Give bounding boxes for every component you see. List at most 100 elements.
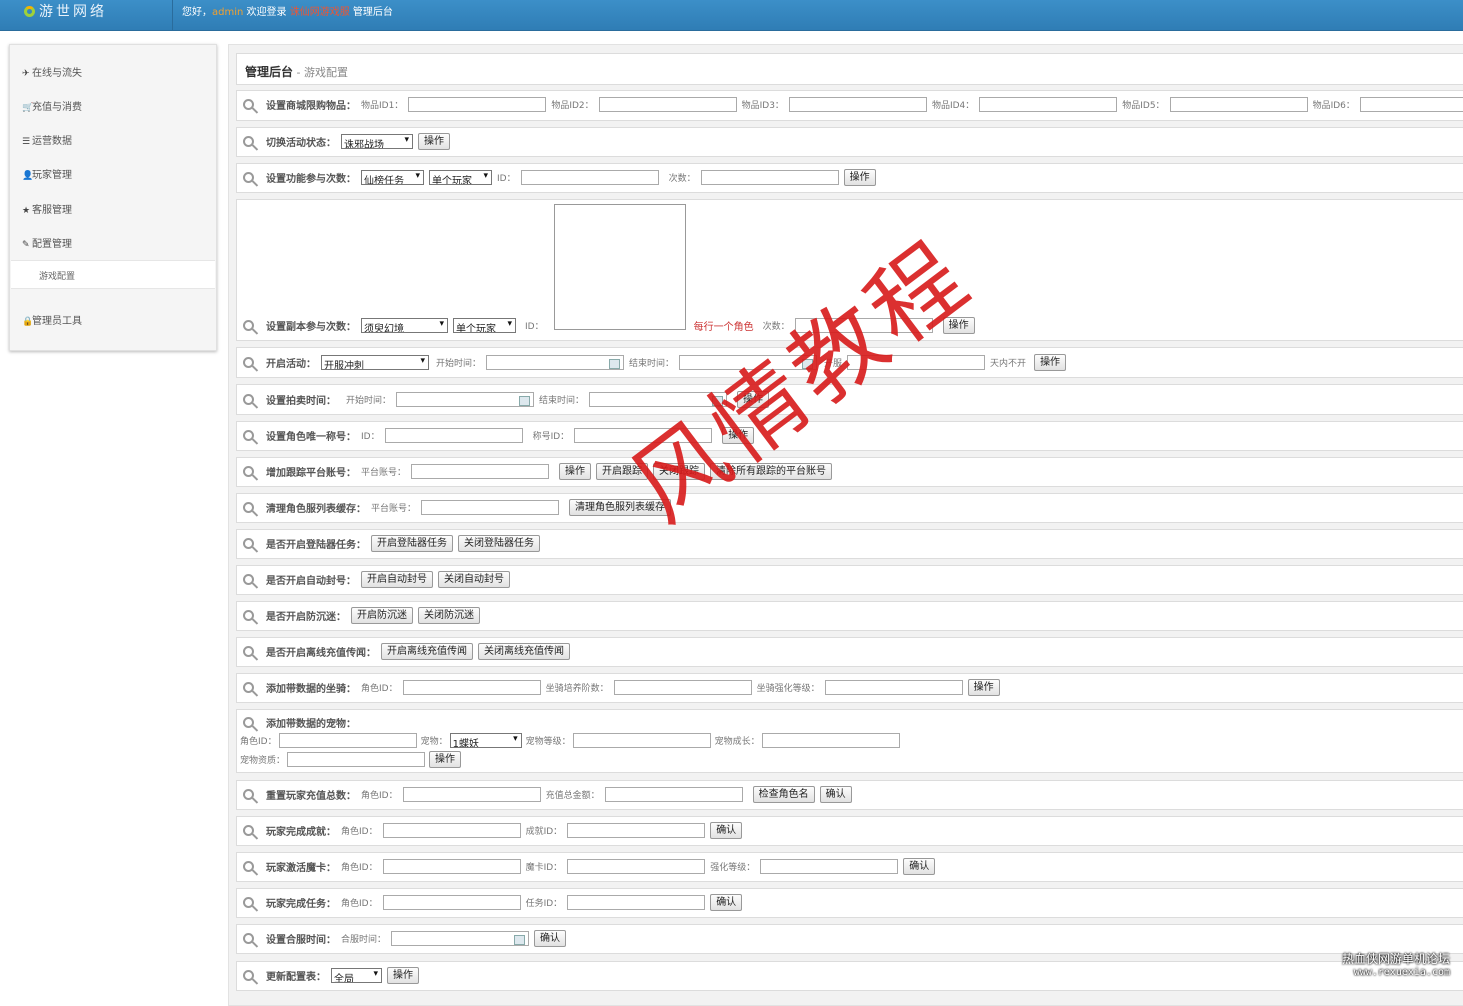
recharge-total-input[interactable] [604, 787, 743, 802]
activity-select[interactable]: 诛邪战场 [341, 134, 413, 149]
function-select[interactable]: 仙榜任务 [361, 170, 424, 185]
recharge-role-id-input[interactable] [402, 787, 541, 802]
sidebar-item-players[interactable]: 👤玩家管理 [22, 166, 72, 181]
open-activity-select[interactable]: 开服冲刺 [321, 355, 429, 370]
row-finish-task: 玩家完成任务： 角色ID： 任务ID： 确认 [236, 888, 1463, 918]
merge-confirm-button[interactable]: 确认 [534, 930, 567, 947]
sidebar-item-operations[interactable]: ☰ 运营数据 [22, 132, 72, 147]
role-id-input[interactable] [384, 428, 523, 443]
logo-ring-icon [24, 6, 35, 17]
item-id1-input[interactable] [408, 97, 547, 112]
card-role-id-input[interactable] [382, 859, 521, 874]
forum-credit: 热血侠网游单机论坛 www.rexuexia.com [1342, 952, 1451, 978]
mount-stage-input[interactable] [613, 680, 752, 695]
sidebar-subitem-game-config[interactable]: 游戏配置 [11, 260, 215, 289]
sidebar-item-online[interactable]: ✈ 在线与流失 [22, 64, 82, 79]
check-role-name-button[interactable]: 检查角色名 [752, 786, 815, 803]
search-icon [243, 897, 254, 908]
site-name: 诛仙网游戏服 [289, 7, 350, 18]
enable-anti-addiction-button[interactable]: 开启防沉迷 [351, 607, 413, 624]
recharge-confirm-button[interactable]: 确认 [819, 786, 852, 803]
disable-offline-recharge-button[interactable]: 关闭离线充值传闻 [478, 643, 570, 660]
dungeon-select[interactable]: 须臾幻境 [361, 318, 448, 333]
row-merge-time: 设置合服时间： 合服时间： 确认 [236, 924, 1463, 954]
top-navbar: 游世网络 您好，admin 欢迎登录 诛仙网游戏服 管理后台 [0, 0, 1463, 31]
achievement-id-input[interactable] [567, 823, 706, 838]
search-icon [243, 538, 254, 549]
cart-icon: 🛒 [22, 103, 34, 113]
enable-auto-ban-button[interactable]: 开启自动封号 [361, 571, 433, 588]
auction-start-input[interactable] [396, 392, 535, 407]
card-confirm-button[interactable]: 确认 [903, 858, 936, 875]
disable-login-task-button[interactable]: 关闭登陆器任务 [458, 535, 540, 552]
config-scope-select[interactable]: 全局 [331, 968, 382, 983]
item-id6-input[interactable] [1359, 97, 1463, 112]
user-icon: 👤 [22, 171, 34, 181]
function-id-input[interactable] [520, 170, 659, 185]
username-link[interactable]: admin [212, 7, 243, 18]
cache-account-input[interactable] [421, 500, 560, 515]
function-count-input[interactable] [700, 170, 839, 185]
card-id-input[interactable] [567, 859, 706, 874]
merge-time-input[interactable] [391, 931, 530, 946]
open-activity-operate-button[interactable]: 操作 [1034, 354, 1067, 371]
breadcrumb-root[interactable]: 管理后台 [245, 65, 293, 79]
lock-icon: 🔒 [22, 317, 34, 327]
function-operate-button[interactable]: 操作 [843, 169, 876, 186]
sidebar-item-config[interactable]: ✎ 配置管理 [22, 235, 72, 250]
plane-icon: ✈ [22, 69, 30, 79]
search-icon [243, 172, 254, 183]
task-id-input[interactable] [567, 895, 706, 910]
platform-account-input[interactable] [411, 464, 550, 479]
disable-anti-addiction-button[interactable]: 关闭防沉迷 [418, 607, 480, 624]
item-id3-input[interactable] [788, 97, 927, 112]
item-id4-input[interactable] [979, 97, 1118, 112]
sidebar-item-recharge[interactable]: 🛒充值与消费 [22, 98, 82, 113]
mount-operate-button[interactable]: 操作 [967, 679, 1000, 696]
achievement-role-id-input[interactable] [382, 823, 521, 838]
search-icon [243, 825, 254, 836]
pet-level-input[interactable] [572, 733, 711, 748]
row-auto-ban: 是否开启自动封号： 开启自动封号 关闭自动封号 [236, 565, 1463, 595]
row-clear-cache: 清理角色服列表缓存： 平台账号： 清理角色服列表缓存 [236, 493, 1463, 523]
task-confirm-button[interactable]: 确认 [710, 894, 743, 911]
item-id2-input[interactable] [598, 97, 737, 112]
pet-growth-input[interactable] [761, 733, 900, 748]
search-icon [243, 99, 254, 110]
player-scope-select[interactable]: 单个玩家 [429, 170, 492, 185]
task-role-id-input[interactable] [382, 895, 521, 910]
pet-operate-button[interactable]: 操作 [429, 751, 462, 768]
enable-offline-recharge-button[interactable]: 开启离线充值传闻 [381, 643, 473, 660]
main-content: 管理后台 - 游戏配置 设置商城限购物品： 物品ID1： 物品ID2： 物品ID… [228, 44, 1463, 1006]
search-icon [243, 717, 254, 728]
card-level-input[interactable] [760, 859, 899, 874]
list-icon: ☰ [22, 137, 31, 147]
mount-role-id-input[interactable] [402, 680, 541, 695]
sidebar-item-admin-tools[interactable]: 🔒管理员工具 [22, 312, 82, 327]
sidebar-item-support[interactable]: ★ 客服管理 [22, 201, 72, 216]
enable-login-task-button[interactable]: 开启登陆器任务 [371, 535, 453, 552]
breadcrumb-current: 游戏配置 [303, 66, 348, 79]
start-time-input[interactable] [486, 355, 625, 370]
track-operate-button[interactable]: 操作 [559, 463, 592, 480]
achievement-confirm-button[interactable]: 确认 [710, 822, 743, 839]
activity-operate-button[interactable]: 操作 [418, 133, 450, 150]
row-function-times: 设置功能参与次数： 仙榜任务 单个玩家 ID： 次数： 操作 [236, 163, 1463, 193]
update-config-button[interactable]: 操作 [387, 967, 419, 984]
role-id-textarea[interactable] [554, 204, 686, 330]
mount-level-input[interactable] [824, 680, 963, 695]
pet-role-id-input[interactable] [278, 733, 417, 748]
row-anti-addiction: 是否开启防沉迷： 开启防沉迷 关闭防沉迷 [236, 601, 1463, 631]
edit-icon: ✎ [22, 240, 30, 250]
item-id5-input[interactable] [1169, 97, 1308, 112]
search-icon [243, 394, 254, 405]
search-icon [243, 430, 254, 441]
disable-auto-ban-button[interactable]: 关闭自动封号 [438, 571, 510, 588]
site-logo[interactable]: 游世网络 [24, 1, 107, 21]
search-icon [243, 136, 254, 147]
welcome-text: 您好，admin 欢迎登录 诛仙网游戏服 管理后台 [182, 7, 393, 18]
row-login-task: 是否开启登陆器任务： 开启登陆器任务 关闭登陆器任务 [236, 529, 1463, 559]
player-scope-select[interactable]: 单个玩家 [453, 318, 516, 333]
pet-aptitude-input[interactable] [287, 752, 426, 767]
pet-select[interactable]: 1蝶妖 [449, 733, 522, 748]
